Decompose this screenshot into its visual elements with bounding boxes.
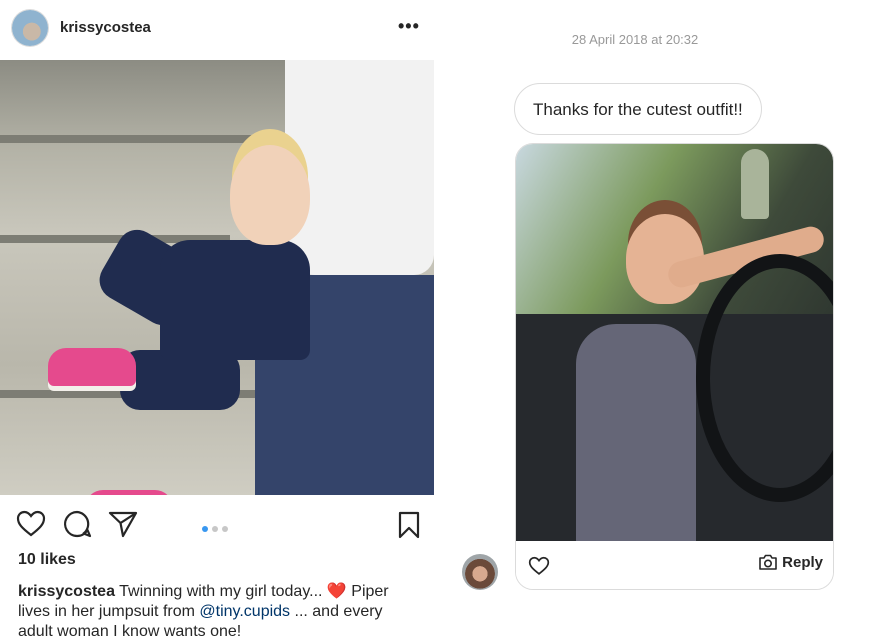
bookmark-icon[interactable] (397, 511, 421, 539)
message-timestamp: 28 April 2018 at 20:32 (571, 32, 699, 47)
message-bubble[interactable]: Thanks for the cutest outfit!! (514, 83, 762, 135)
stair-edge (0, 135, 290, 143)
caption-mention[interactable]: @tiny.cupids (199, 603, 290, 620)
shared-photo[interactable] (516, 144, 833, 541)
air-freshener (741, 149, 769, 219)
post-username[interactable]: krissycostea (60, 19, 151, 36)
pink-shoe (48, 348, 136, 386)
woman-shirt (285, 60, 434, 275)
caption-text: Twinning with my girl today... (114, 583, 327, 600)
camera-icon (759, 554, 777, 570)
carousel-indicator (202, 519, 232, 537)
girl-head (230, 145, 310, 245)
carousel-dot (202, 526, 208, 532)
more-horizontal-icon[interactable]: ••• (398, 16, 420, 37)
heart-emoji: ❤️ (326, 583, 347, 600)
heart-icon[interactable] (528, 556, 550, 576)
profile-avatar[interactable] (12, 10, 48, 46)
reply-button[interactable]: Reply (758, 554, 823, 571)
pink-shoe (85, 490, 173, 495)
card-actions: Reply (516, 541, 833, 589)
girl-jumpsuit (160, 240, 310, 360)
comment-icon[interactable] (62, 509, 92, 539)
post-photo[interactable] (0, 60, 434, 495)
post-caption: krissycostea Twinning with my girl today… (18, 582, 418, 642)
sender-avatar[interactable] (462, 554, 498, 590)
caption-username[interactable]: krissycostea (18, 583, 115, 600)
carousel-dot (222, 526, 228, 532)
likes-count[interactable]: 10 likes (18, 551, 76, 569)
carousel-dot (212, 526, 218, 532)
shared-photo-card[interactable]: Reply (515, 143, 834, 590)
share-icon[interactable] (108, 509, 138, 539)
reply-label: Reply (782, 554, 823, 571)
kid-jumpsuit (576, 324, 696, 541)
heart-icon[interactable] (16, 509, 46, 539)
